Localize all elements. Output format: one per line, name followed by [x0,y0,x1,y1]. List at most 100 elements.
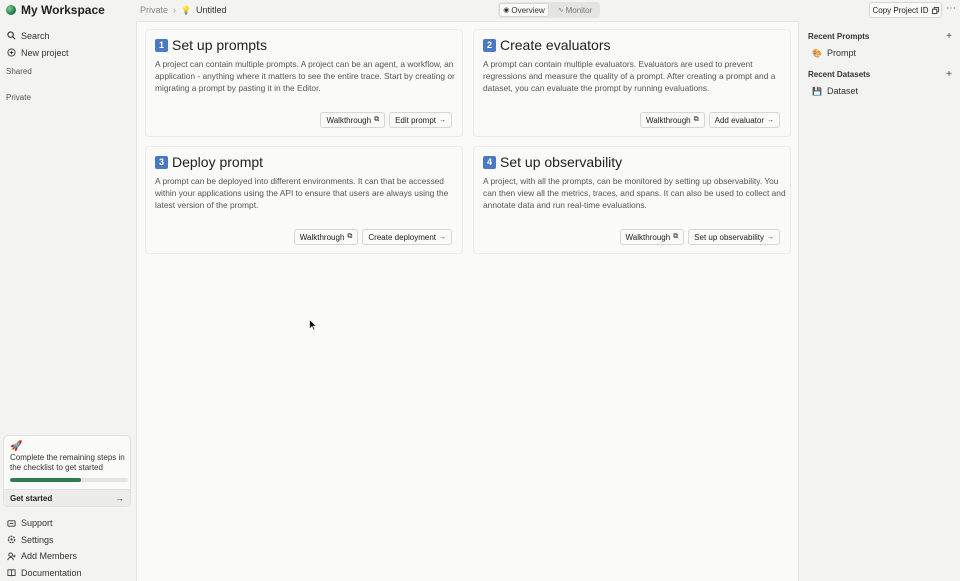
walkthrough-label: Walkthrough [646,115,691,125]
action-label: Set up observability [694,232,764,242]
search-icon [7,31,16,40]
chevron-right-icon: › [173,5,177,15]
support-icon [7,520,16,527]
card-description: A project, with all the prompts, can be … [483,176,786,210]
sidebar-item-search[interactable]: Search [0,27,136,44]
card-title-text: Set up prompts [172,37,267,53]
card-title: 3 Deploy prompt [155,154,263,170]
edit-prompt-button[interactable]: Edit prompt → [389,112,452,128]
lightbulb-icon: 💡 [181,5,191,15]
checklist-message: Complete the remaining steps in the chec… [10,453,125,472]
workspace-name: My Workspace [21,3,105,17]
tab-monitor[interactable]: ∿ Monitor [551,3,599,17]
rocket-icon: 🚀 [10,441,23,452]
checklist-progress-fill [10,478,81,482]
number-badge: 4 [483,155,496,169]
action-label: Create deployment [368,232,436,242]
recent-datasets-header: Recent Datasets + [800,67,960,81]
card-title: 2 Create evaluators [483,37,611,53]
card-deploy-prompt: 3 Deploy prompt A prompt can be deployed… [145,146,463,254]
walkthrough-button[interactable]: Walkthrough ⧉ [619,229,685,245]
arrow-right-icon: → [115,493,124,503]
card-create-evaluators: 2 Create evaluators A prompt can contain… [473,29,791,137]
mouse-cursor-icon [309,319,317,331]
bottom-nav: Support Settings Add Members Documentati… [0,515,136,581]
setup-observability-button[interactable]: Set up observability → [688,229,780,245]
section-private: Private [6,93,31,102]
card-title-text: Create evaluators [500,37,611,53]
number-badge: 3 [155,155,168,169]
main-content: 1 Set up prompts A project can contain m… [136,21,799,581]
sidebar-item-documentation[interactable]: Documentation [0,565,136,581]
walkthrough-button[interactable]: Walkthrough ⧉ [640,112,705,128]
right-panel: Recent Prompts + 🎨 Prompt Recent Dataset… [800,21,960,581]
workspace-switcher[interactable]: My Workspace [0,0,136,20]
plus-circle-icon [7,48,16,57]
add-dataset-icon[interactable]: + [946,69,952,80]
breadcrumb-parent[interactable]: Private [140,5,168,15]
book-icon [7,569,16,577]
page-title[interactable]: Untitled [196,5,227,15]
sidebar-item-settings[interactable]: Settings [0,532,136,549]
card-description: A project can contain multiple prompts. … [155,59,455,93]
external-link-icon: ⧉ [347,233,353,240]
create-deployment-button[interactable]: Create deployment → [362,229,452,245]
walkthrough-label: Walkthrough [625,232,671,242]
sidebar: My Workspace Search New project Shared P… [0,0,136,581]
add-prompt-icon[interactable]: + [946,31,952,42]
walkthrough-button[interactable]: Walkthrough ⧉ [320,112,386,128]
get-started-label: Get started [10,493,53,503]
breadcrumb: Private › 💡 Untitled [140,4,227,16]
dataset-icon: 💾 [812,86,822,96]
number-badge: 2 [483,38,496,52]
section-shared: Shared [6,67,32,76]
sidebar-item-add-members[interactable]: Add Members [0,548,136,565]
walkthrough-button[interactable]: Walkthrough ⧉ [293,229,359,245]
arrow-right-icon: → [439,233,446,241]
more-options-icon[interactable]: ⋯ [946,3,956,14]
recent-prompts-header: Recent Prompts + [800,29,960,43]
tab-overview[interactable]: ◉ Overview [499,3,549,17]
view-toggle: ◉ Overview ∿ Monitor [498,2,600,18]
copy-project-id-label: Copy Project ID [872,5,929,15]
external-link-icon: ⧉ [374,116,380,123]
recent-prompt-label: Prompt [826,48,856,58]
recent-datasets-title: Recent Datasets [808,69,871,79]
action-label: Edit prompt [395,115,436,125]
card-title-text: Set up observability [500,154,623,170]
sidebar-item-label: Search [21,30,50,41]
recent-prompts-title: Recent Prompts [808,31,870,41]
tab-label: Monitor [565,5,593,15]
add-evaluator-button[interactable]: Add evaluator → [708,112,780,128]
external-link-icon: ⧉ [693,116,699,123]
copy-project-id-button[interactable]: Copy Project ID [869,2,942,18]
overview-icon: ◉ [503,7,510,14]
recent-prompt-item[interactable]: 🎨 Prompt [800,45,960,61]
get-started-button[interactable]: Get started → [4,489,130,506]
walkthrough-label: Walkthrough [299,232,345,242]
sidebar-item-support[interactable]: Support [0,515,136,532]
sidebar-item-label: New project [21,47,69,58]
sidebar-item-label: Support [21,518,53,529]
checklist-progress-bar [10,478,128,482]
card-title: 1 Set up prompts [155,37,267,53]
prompt-icon: 🎨 [812,48,822,58]
sidebar-item-label: Documentation [21,567,82,578]
arrow-right-icon: → [767,233,774,241]
onboarding-checklist: 🚀 Complete the remaining steps in the ch… [3,435,131,507]
card-description: A prompt can contain multiple evaluators… [483,59,776,93]
walkthrough-label: Walkthrough [326,115,372,125]
sidebar-item-new-project[interactable]: New project [0,44,136,61]
card-description: A prompt can be deployed into different … [155,176,449,210]
workspace-logo-icon [6,5,16,15]
copy-icon [931,6,939,14]
card-setup-observability: 4 Set up observability A project, with a… [473,146,791,254]
number-badge: 1 [155,38,168,52]
activity-icon: ∿ [557,7,564,14]
gear-icon [7,536,16,544]
arrow-right-icon: → [767,116,774,124]
recent-dataset-item[interactable]: 💾 Dataset [800,83,960,99]
tab-label: Overview [511,5,545,15]
external-link-icon: ⧉ [673,233,679,240]
sidebar-item-label: Settings [21,534,54,545]
